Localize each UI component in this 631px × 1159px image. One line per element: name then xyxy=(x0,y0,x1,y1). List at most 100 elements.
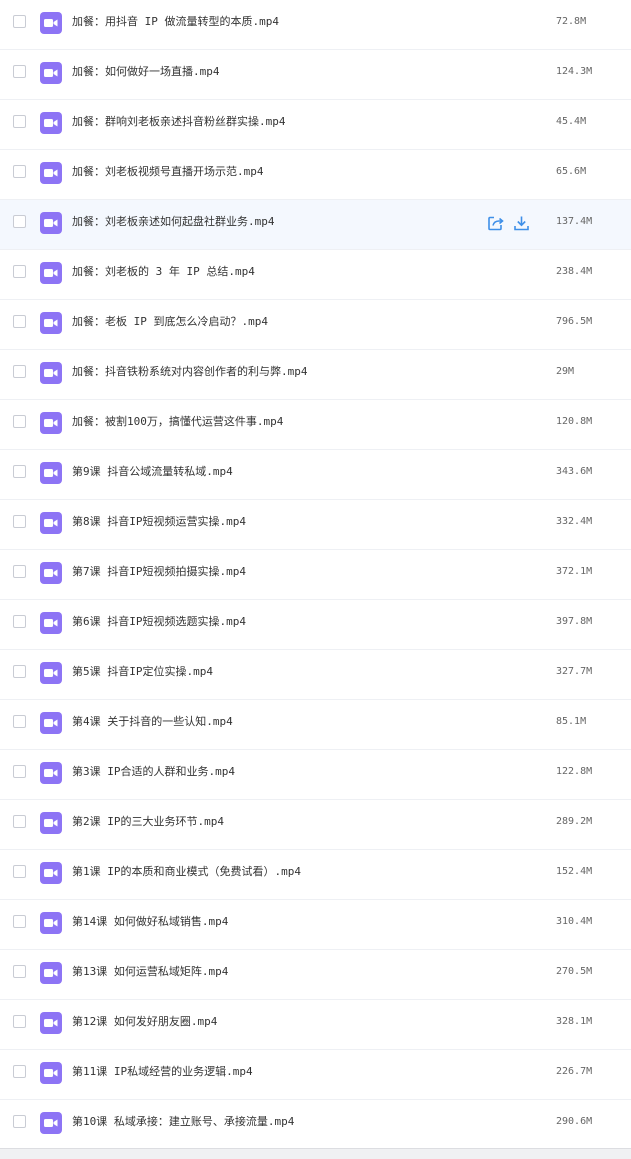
file-list: 加餐：用抖音 IP 做流量转型的本质.mp4 72.8M 加餐：如何做好一场直播… xyxy=(0,0,631,1150)
file-name[interactable]: 加餐：刘老板的 3 年 IP 总结.mp4 xyxy=(72,265,255,279)
file-row[interactable]: 第10课 私域承接：建立账号、承接流量.mp4 290.6M xyxy=(0,1100,631,1150)
video-camera-icon xyxy=(44,19,58,27)
row-checkbox[interactable] xyxy=(13,965,26,978)
file-name[interactable]: 加餐：抖音铁粉系统对内容创作者的利与弊.mp4 xyxy=(72,365,308,379)
download-icon[interactable] xyxy=(513,215,530,232)
row-checkbox[interactable] xyxy=(13,815,26,828)
file-row[interactable]: 第12课 如何发好朋友圈.mp4 328.1M xyxy=(0,1000,631,1050)
video-file-icon xyxy=(40,812,62,834)
video-file-icon xyxy=(40,262,62,284)
file-name[interactable]: 第2课 IP的三大业务环节.mp4 xyxy=(72,815,224,829)
file-size: 85.1M xyxy=(556,716,587,727)
file-name[interactable]: 加餐：刘老板亲述如何起盘社群业务.mp4 xyxy=(72,215,275,229)
row-checkbox[interactable] xyxy=(13,465,26,478)
video-camera-icon xyxy=(44,619,58,627)
row-checkbox[interactable] xyxy=(13,315,26,328)
file-name[interactable]: 第5课 抖音IP定位实操.mp4 xyxy=(72,665,213,679)
file-row[interactable]: 加餐：抖音铁粉系统对内容创作者的利与弊.mp4 29M xyxy=(0,350,631,400)
file-row[interactable]: 第7课 抖音IP短视频拍摄实操.mp4 372.1M xyxy=(0,550,631,600)
file-size: 328.1M xyxy=(556,1016,593,1027)
file-size: 120.8M xyxy=(556,416,593,427)
file-name[interactable]: 第7课 抖音IP短视频拍摄实操.mp4 xyxy=(72,565,246,579)
file-name[interactable]: 第9课 抖音公域流量转私域.mp4 xyxy=(72,465,233,479)
file-row[interactable]: 第13课 如何运营私域矩阵.mp4 270.5M xyxy=(0,950,631,1000)
row-checkbox[interactable] xyxy=(13,665,26,678)
file-name[interactable]: 第11课 IP私域经营的业务逻辑.mp4 xyxy=(72,1065,253,1079)
file-row[interactable]: 加餐：群响刘老板亲述抖音粉丝群实操.mp4 45.4M xyxy=(0,100,631,150)
horizontal-scrollbar[interactable] xyxy=(0,1148,631,1159)
file-name[interactable]: 第14课 如何做好私域销售.mp4 xyxy=(72,915,228,929)
file-size: 137.4M xyxy=(556,216,593,227)
file-row[interactable]: 加餐：老板 IP 到底怎么冷启动？.mp4 796.5M xyxy=(0,300,631,350)
video-file-icon xyxy=(40,512,62,534)
video-file-icon xyxy=(40,562,62,584)
file-row[interactable]: 加餐：刘老板的 3 年 IP 总结.mp4 238.4M xyxy=(0,250,631,300)
row-checkbox[interactable] xyxy=(13,265,26,278)
file-row[interactable]: 加餐：被割100万，搞懂代运营这件事.mp4 120.8M xyxy=(0,400,631,450)
video-camera-icon xyxy=(44,319,58,327)
video-file-icon xyxy=(40,162,62,184)
file-name[interactable]: 第4课 关于抖音的一些认知.mp4 xyxy=(72,715,233,729)
row-checkbox[interactable] xyxy=(13,565,26,578)
video-file-icon xyxy=(40,612,62,634)
video-camera-icon xyxy=(44,469,58,477)
file-size: 45.4M xyxy=(556,116,587,127)
row-checkbox[interactable] xyxy=(13,415,26,428)
file-name[interactable]: 第1课 IP的本质和商业模式（免费试看）.mp4 xyxy=(72,865,301,879)
file-row[interactable]: 第1课 IP的本质和商业模式（免费试看）.mp4 152.4M xyxy=(0,850,631,900)
file-name[interactable]: 加餐：如何做好一场直播.mp4 xyxy=(72,65,220,79)
row-checkbox[interactable] xyxy=(13,615,26,628)
row-checkbox[interactable] xyxy=(13,1065,26,1078)
video-camera-icon xyxy=(44,919,58,927)
file-row[interactable]: 加餐：用抖音 IP 做流量转型的本质.mp4 72.8M xyxy=(0,0,631,50)
file-row[interactable]: 第11课 IP私域经营的业务逻辑.mp4 226.7M xyxy=(0,1050,631,1100)
file-row[interactable]: 第4课 关于抖音的一些认知.mp4 85.1M xyxy=(0,700,631,750)
video-camera-icon xyxy=(44,869,58,877)
row-checkbox[interactable] xyxy=(13,165,26,178)
row-checkbox[interactable] xyxy=(13,215,26,228)
row-checkbox[interactable] xyxy=(13,865,26,878)
file-row[interactable]: 第3课 IP合适的人群和业务.mp4 122.8M xyxy=(0,750,631,800)
file-row[interactable]: 第14课 如何做好私域销售.mp4 310.4M xyxy=(0,900,631,950)
file-row[interactable]: 第9课 抖音公域流量转私域.mp4 343.6M xyxy=(0,450,631,500)
file-name[interactable]: 第12课 如何发好朋友圈.mp4 xyxy=(72,1015,217,1029)
video-camera-icon xyxy=(44,819,58,827)
file-size: 289.2M xyxy=(556,816,593,827)
file-name[interactable]: 第3课 IP合适的人群和业务.mp4 xyxy=(72,765,235,779)
row-checkbox[interactable] xyxy=(13,715,26,728)
video-file-icon xyxy=(40,962,62,984)
file-row[interactable]: 加餐：刘老板亲述如何起盘社群业务.mp4 137.4M xyxy=(0,200,631,250)
row-checkbox[interactable] xyxy=(13,65,26,78)
row-checkbox[interactable] xyxy=(13,915,26,928)
row-checkbox[interactable] xyxy=(13,765,26,778)
file-name[interactable]: 加餐：用抖音 IP 做流量转型的本质.mp4 xyxy=(72,15,279,29)
file-name[interactable]: 加餐：被割100万，搞懂代运营这件事.mp4 xyxy=(72,415,283,429)
video-camera-icon xyxy=(44,1019,58,1027)
file-size: 397.8M xyxy=(556,616,593,627)
row-checkbox[interactable] xyxy=(13,365,26,378)
file-name[interactable]: 第8课 抖音IP短视频运营实操.mp4 xyxy=(72,515,246,529)
share-icon[interactable] xyxy=(487,215,504,232)
file-row[interactable]: 第8课 抖音IP短视频运营实操.mp4 332.4M xyxy=(0,500,631,550)
video-file-icon xyxy=(40,412,62,434)
file-row[interactable]: 第5课 抖音IP定位实操.mp4 327.7M xyxy=(0,650,631,700)
file-name[interactable]: 加餐：群响刘老板亲述抖音粉丝群实操.mp4 xyxy=(72,115,286,129)
row-checkbox[interactable] xyxy=(13,1115,26,1128)
row-checkbox[interactable] xyxy=(13,115,26,128)
file-size: 226.7M xyxy=(556,1066,593,1077)
file-row[interactable]: 加餐：刘老板视频号直播开场示范.mp4 65.6M xyxy=(0,150,631,200)
video-file-icon xyxy=(40,1062,62,1084)
row-checkbox[interactable] xyxy=(13,15,26,28)
file-row[interactable]: 第2课 IP的三大业务环节.mp4 289.2M xyxy=(0,800,631,850)
file-name[interactable]: 第6课 抖音IP短视频选题实操.mp4 xyxy=(72,615,246,629)
file-name[interactable]: 第13课 如何运营私域矩阵.mp4 xyxy=(72,965,228,979)
file-name[interactable]: 加餐：老板 IP 到底怎么冷启动？.mp4 xyxy=(72,315,268,329)
file-name[interactable]: 第10课 私域承接：建立账号、承接流量.mp4 xyxy=(72,1115,294,1129)
row-actions xyxy=(487,215,531,233)
row-checkbox[interactable] xyxy=(13,1015,26,1028)
file-row[interactable]: 第6课 抖音IP短视频选题实操.mp4 397.8M xyxy=(0,600,631,650)
video-file-icon xyxy=(40,712,62,734)
file-row[interactable]: 加餐：如何做好一场直播.mp4 124.3M xyxy=(0,50,631,100)
file-name[interactable]: 加餐：刘老板视频号直播开场示范.mp4 xyxy=(72,165,264,179)
row-checkbox[interactable] xyxy=(13,515,26,528)
